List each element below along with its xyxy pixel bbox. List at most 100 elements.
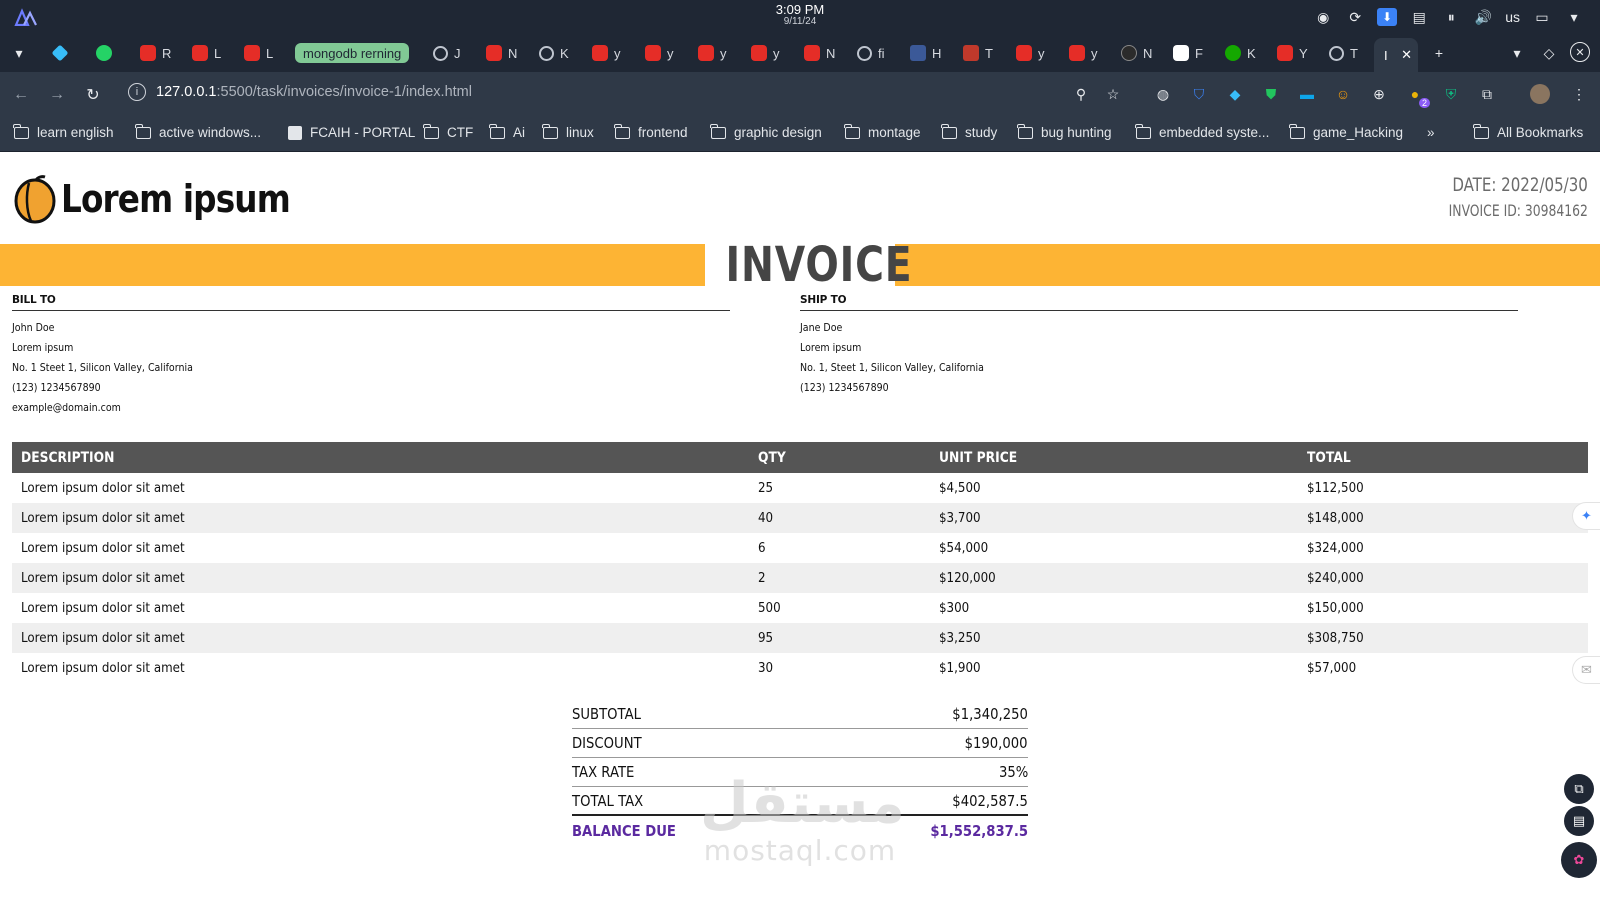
side-mail-icon[interactable]: ✉	[1572, 656, 1600, 684]
tab-item[interactable]: K	[1225, 40, 1256, 66]
forward-icon[interactable]: →	[46, 84, 68, 106]
tab-item[interactable]: y	[1016, 40, 1045, 66]
coin-icon[interactable]: ● 2	[1405, 84, 1430, 108]
bookmark-label: linux	[566, 125, 594, 140]
bill-to-line: No. 1 Steet 1, Silicon Valley, Californi…	[12, 361, 193, 374]
tab-item[interactable]: J	[433, 40, 461, 66]
bookmark-folder[interactable]: active windows...	[135, 123, 261, 140]
bookmark-star-icon[interactable]: ☆	[1103, 84, 1123, 104]
tab-item[interactable]: y	[645, 40, 674, 66]
sync-icon[interactable]: ⟳	[1345, 8, 1365, 26]
tab-title: T	[985, 45, 993, 61]
side-translate-icon[interactable]: ⧉	[1564, 774, 1594, 804]
diamond-icon[interactable]: ◇	[1538, 42, 1560, 64]
tab-item[interactable]: y	[592, 40, 621, 66]
item-unit-price: $1,900	[939, 660, 981, 676]
pause-icon[interactable]: ⏸	[1441, 8, 1461, 26]
tab-item[interactable]: N	[804, 40, 835, 66]
tab-item[interactable]: R	[140, 40, 171, 66]
bookmark-folder[interactable]: Ai	[489, 123, 525, 140]
plus-circle-icon[interactable]: ⊕	[1369, 84, 1389, 104]
bookmark-folder[interactable]: graphic design	[710, 123, 822, 140]
bookmark-folder[interactable]: embedded syste...	[1135, 123, 1269, 140]
tab-item[interactable]	[96, 40, 112, 66]
discord-icon[interactable]: ◉	[1313, 8, 1333, 26]
tab-search-chevron-icon[interactable]: ▾	[8, 42, 30, 64]
globe-icon	[433, 45, 448, 61]
side-reader-icon[interactable]: ▤	[1564, 806, 1594, 836]
folder-icon	[135, 123, 151, 139]
download-icon[interactable]: ⬇	[1377, 8, 1398, 26]
tab-item[interactable]: N	[486, 40, 517, 66]
item-description: Lorem ipsum dolor sit amet	[21, 660, 185, 676]
bookmark-folder[interactable]: bug hunting	[1017, 123, 1112, 140]
item-total: $240,000	[1307, 570, 1364, 586]
close-window-icon[interactable]: ✕	[1570, 42, 1590, 62]
bookmark-folder[interactable]: game_Hacking	[1289, 123, 1403, 140]
youtube-icon	[244, 45, 260, 61]
tab-group-label[interactable]: mongodb rerning	[295, 43, 410, 63]
tab-item[interactable]: y	[751, 40, 780, 66]
close-icon[interactable]: ✕	[1401, 47, 1412, 63]
item-unit-price: $3,700	[939, 510, 981, 526]
bookmark-folder[interactable]: frontend	[614, 123, 688, 140]
translate-icon[interactable]: ◍	[1153, 84, 1173, 104]
tab-item[interactable]: fi	[857, 40, 885, 66]
display-icon[interactable]: ▭	[1532, 8, 1552, 26]
ship-to-line: (123) 1234567890	[800, 381, 889, 394]
bookmarks-overflow-icon[interactable]: »	[1427, 125, 1435, 140]
tab-active[interactable]: I ✕	[1374, 38, 1418, 72]
tab-item[interactable]: Y	[1277, 40, 1308, 66]
bookmark-link[interactable]: FCAIH - PORTAL	[288, 125, 415, 140]
site-info-icon[interactable]: i	[128, 83, 146, 101]
tab-item[interactable]: T	[963, 40, 993, 66]
bookmark-folder[interactable]: montage	[844, 123, 921, 140]
youtube-icon	[1069, 45, 1085, 61]
tab-item[interactable]: H	[910, 40, 941, 66]
table-row: Lorem ipsum dolor sit amet 6 $54,000 $32…	[12, 533, 1588, 563]
bookmark-folder[interactable]: study	[941, 123, 997, 140]
reload-icon[interactable]: ↻	[82, 84, 104, 106]
column-header-description: DESCRIPTION	[12, 442, 749, 473]
tab-item[interactable]: F	[1173, 40, 1203, 66]
tab-item[interactable]	[51, 40, 69, 66]
bookmark-folder[interactable]: CTF	[423, 123, 473, 140]
laptop-icon[interactable]: ▬	[1297, 84, 1317, 104]
discount-label: DISCOUNT	[572, 734, 642, 752]
tab-title: J	[454, 45, 461, 61]
clipboard-icon[interactable]: ▤	[1409, 8, 1429, 26]
menu-icon[interactable]: ⋮	[1569, 84, 1589, 104]
gem-icon[interactable]: ◆	[1225, 84, 1245, 104]
back-icon[interactable]: ←	[10, 84, 32, 106]
tab-item[interactable]: y	[1069, 40, 1098, 66]
youtube-icon	[1277, 45, 1293, 61]
side-sparkle-icon[interactable]: ✦	[1572, 502, 1600, 530]
address-bar[interactable]: i 127.0.0.1:5500/task/invoices/invoice-1…	[128, 83, 472, 101]
column-header-total: TOTAL	[1298, 442, 1588, 473]
chevron-down-icon[interactable]: ▾	[1564, 8, 1584, 26]
shield-green-icon[interactable]: ⛨	[1441, 84, 1461, 104]
all-bookmarks[interactable]: All Bookmarks	[1473, 123, 1583, 140]
volume-icon[interactable]: 🔊	[1473, 8, 1493, 26]
chevron-down-icon[interactable]: ▾	[1506, 42, 1528, 64]
tab-item[interactable]: N	[1121, 40, 1152, 66]
emoji-icon[interactable]: ☺	[1333, 84, 1353, 104]
bookmark-folder[interactable]: learn english	[13, 123, 114, 140]
new-tab-icon[interactable]: +	[1428, 42, 1450, 64]
side-brain-icon[interactable]: ✿	[1561, 842, 1597, 878]
avatar[interactable]	[1530, 84, 1550, 104]
tab-item[interactable]: T	[1329, 40, 1358, 66]
bookmark-folder[interactable]: linux	[542, 123, 594, 140]
tab-item[interactable]: L	[244, 40, 273, 66]
tab-item[interactable]: K	[539, 40, 569, 66]
tab-item[interactable]: y	[698, 40, 727, 66]
shield-icon[interactable]: ⛉	[1189, 84, 1209, 104]
whatsapp-icon	[96, 45, 112, 61]
extensions-puzzle-icon[interactable]: ⧉	[1477, 84, 1497, 104]
keyboard-layout[interactable]: us	[1505, 9, 1520, 25]
shield-check-icon[interactable]: ⛊	[1261, 84, 1281, 104]
bill-to: BILL TO John Doe Lorem ipsum No. 1 Steet…	[12, 294, 730, 418]
zoom-icon[interactable]: ⚲	[1071, 84, 1091, 104]
youtube-icon	[645, 45, 661, 61]
tab-item[interactable]: L	[192, 40, 221, 66]
